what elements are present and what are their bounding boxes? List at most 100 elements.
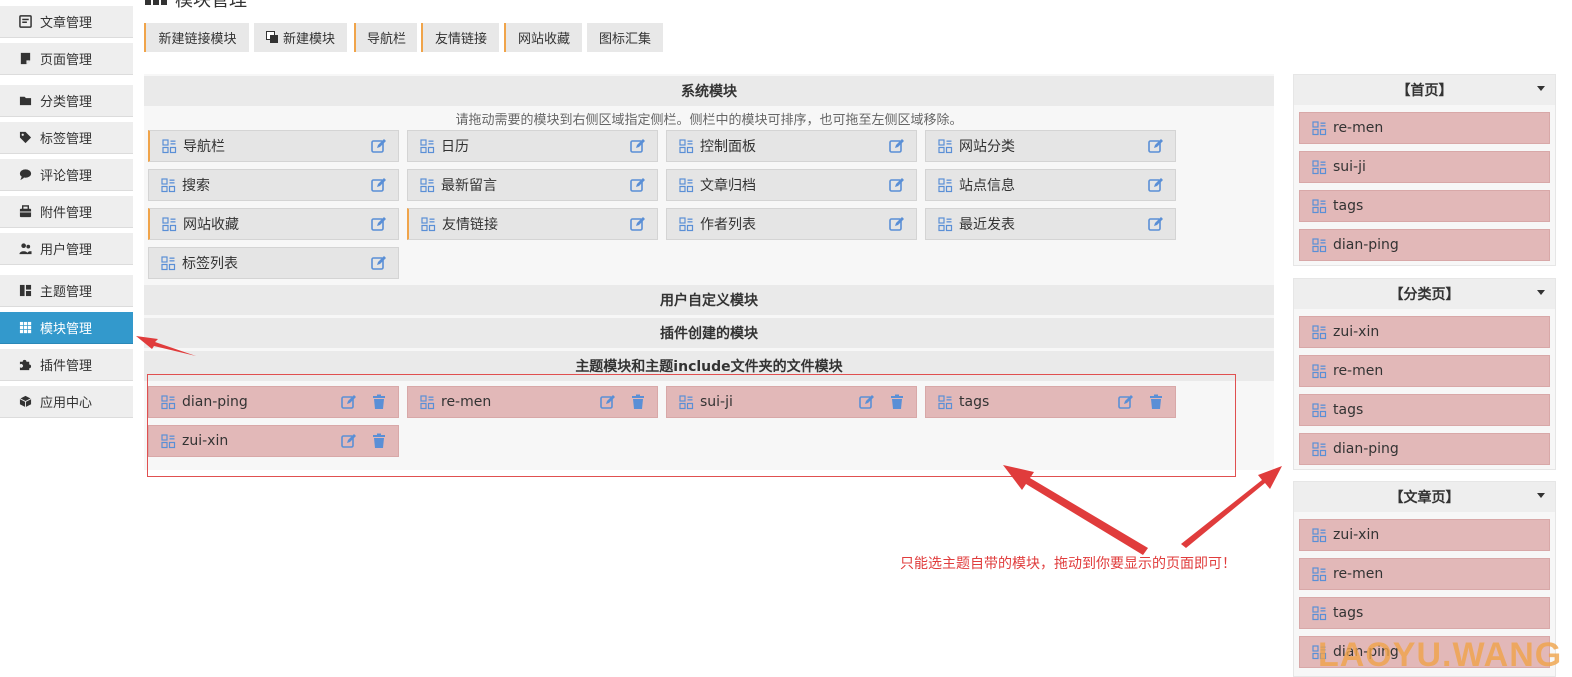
drag-handle-icon bbox=[421, 216, 436, 232]
edit-icon[interactable] bbox=[370, 255, 387, 272]
system-module-item[interactable]: 网站收藏 bbox=[148, 208, 399, 240]
theme-icon bbox=[18, 284, 32, 298]
sidebar-zone-module[interactable]: dian-ping bbox=[1299, 433, 1550, 465]
module-label: 站点信息 bbox=[959, 178, 1015, 194]
friend-links-button[interactable]: 友情链接 bbox=[421, 23, 499, 52]
sidebar-item-label: 标签管理 bbox=[40, 132, 93, 147]
sidebar-item-users[interactable]: 用户管理 bbox=[0, 233, 133, 265]
sidebar-zone-module[interactable]: zui-xin bbox=[1299, 316, 1550, 348]
drag-handle-icon bbox=[938, 394, 953, 410]
sidebar-zone-module[interactable]: dian-ping bbox=[1299, 229, 1550, 261]
theme-module-item[interactable]: zui-xin bbox=[148, 425, 399, 457]
system-module-item[interactable]: 搜索 bbox=[148, 169, 399, 201]
sidebar-zone-header[interactable]: 【首页】 bbox=[1294, 75, 1555, 105]
new-module-button[interactable]: 新建模块 bbox=[254, 23, 347, 52]
system-module-item[interactable]: 日历 bbox=[407, 130, 658, 162]
system-module-item[interactable]: 友情链接 bbox=[407, 208, 658, 240]
sidebar-zone-module[interactable]: sui-ji bbox=[1299, 151, 1550, 183]
theme-module-item[interactable]: re-men bbox=[407, 386, 658, 418]
sidebar-item-label: 文章管理 bbox=[40, 16, 93, 31]
system-module-item[interactable]: 最近发表 bbox=[925, 208, 1176, 240]
sidebar-zone-module[interactable]: tags bbox=[1299, 190, 1550, 222]
edit-icon[interactable] bbox=[888, 177, 905, 194]
system-module-item[interactable]: 作者列表 bbox=[666, 208, 917, 240]
site-favorites-button[interactable]: 网站收藏 bbox=[504, 23, 582, 52]
module-label: zui-xin bbox=[1333, 324, 1380, 340]
sidebar-zone-module[interactable]: tags bbox=[1299, 597, 1550, 629]
caret-down-icon[interactable] bbox=[1537, 493, 1545, 498]
edit-icon[interactable] bbox=[629, 216, 646, 233]
module-label: 作者列表 bbox=[700, 217, 756, 233]
sidebar-item-label: 分类管理 bbox=[40, 95, 93, 110]
sidebar-item-label: 评论管理 bbox=[40, 169, 93, 184]
edit-icon[interactable] bbox=[888, 138, 905, 155]
sidebar-item-app-center[interactable]: 应用中心 bbox=[0, 386, 133, 418]
system-module-item[interactable]: 最新留言 bbox=[407, 169, 658, 201]
trash-icon[interactable] bbox=[370, 433, 387, 450]
user-defined-modules-header: 用户自定义模块 bbox=[144, 285, 1274, 315]
sidebar-item-plugins[interactable]: 插件管理 bbox=[0, 349, 133, 381]
sidebar-item-categories[interactable]: 分类管理 bbox=[0, 85, 133, 117]
sidebar-zone-header[interactable]: 【分类页】 bbox=[1294, 279, 1555, 309]
trash-icon[interactable] bbox=[888, 394, 905, 411]
annotation-text: 只能选主题自带的模块，拖动到你要显示的页面即可！ bbox=[900, 556, 1236, 572]
edit-icon[interactable] bbox=[858, 394, 875, 411]
theme-module-item[interactable]: dian-ping bbox=[148, 386, 399, 418]
system-module-item[interactable]: 文章归档 bbox=[666, 169, 917, 201]
sidebar-zone-module[interactable]: tags bbox=[1299, 394, 1550, 426]
module-label: re-men bbox=[1333, 566, 1384, 582]
sidebar-item-label: 页面管理 bbox=[40, 53, 93, 68]
sidebar-item-attachments[interactable]: 附件管理 bbox=[0, 196, 133, 228]
sidebar-item-pages[interactable]: 页面管理 bbox=[0, 43, 133, 75]
system-module-item[interactable]: 站点信息 bbox=[925, 169, 1176, 201]
system-module-item[interactable]: 标签列表 bbox=[148, 247, 399, 279]
sidebar-zone-module[interactable]: zui-xin bbox=[1299, 519, 1550, 551]
trash-icon[interactable] bbox=[629, 394, 646, 411]
menu-dots-icon bbox=[145, 0, 167, 5]
edit-icon[interactable] bbox=[599, 394, 616, 411]
sidebar-item-tags[interactable]: 标签管理 bbox=[0, 122, 133, 154]
trash-icon[interactable] bbox=[370, 394, 387, 411]
edit-icon[interactable] bbox=[629, 177, 646, 194]
caret-down-icon[interactable] bbox=[1537, 86, 1545, 91]
module-label: sui-ji bbox=[700, 394, 733, 410]
drag-handle-icon bbox=[938, 177, 953, 193]
trash-icon[interactable] bbox=[1147, 394, 1164, 411]
edit-icon[interactable] bbox=[340, 394, 357, 411]
edit-icon[interactable] bbox=[370, 177, 387, 194]
sidebar-item-modules[interactable]: 模块管理 bbox=[0, 312, 133, 344]
sidebar-zone-module[interactable]: re-men bbox=[1299, 558, 1550, 590]
navbar-button[interactable]: 导航栏 bbox=[354, 23, 417, 52]
system-module-item[interactable]: 导航栏 bbox=[148, 130, 399, 162]
sidebar-zone-header[interactable]: 【文章页】 bbox=[1294, 482, 1555, 512]
caret-down-icon[interactable] bbox=[1537, 290, 1545, 295]
system-module-item[interactable]: 网站分类 bbox=[925, 130, 1176, 162]
sidebar-item-articles[interactable]: 文章管理 bbox=[0, 6, 133, 38]
module-label: 最近发表 bbox=[959, 217, 1015, 233]
edit-icon[interactable] bbox=[370, 138, 387, 155]
edit-icon[interactable] bbox=[1117, 394, 1134, 411]
system-module-item[interactable]: 控制面板 bbox=[666, 130, 917, 162]
theme-module-item[interactable]: tags bbox=[925, 386, 1176, 418]
edit-icon[interactable] bbox=[1147, 138, 1164, 155]
module-label: zui-xin bbox=[182, 433, 229, 449]
icon-collection-button[interactable]: 图标汇集 bbox=[587, 23, 663, 52]
edit-icon[interactable] bbox=[888, 216, 905, 233]
sidebar-item-comments[interactable]: 评论管理 bbox=[0, 159, 133, 191]
sidebar-zone[interactable]: 【分类页】 zui-xin re-men tags dian-ping bbox=[1293, 278, 1556, 470]
sidebar-zone-title: 【首页】 bbox=[1396, 83, 1453, 99]
edit-icon[interactable] bbox=[370, 216, 387, 233]
edit-icon[interactable] bbox=[340, 433, 357, 450]
edit-icon[interactable] bbox=[629, 138, 646, 155]
edit-icon[interactable] bbox=[1147, 216, 1164, 233]
new-link-module-button[interactable]: 新建链接模块 bbox=[144, 23, 249, 52]
edit-icon[interactable] bbox=[1147, 177, 1164, 194]
theme-module-item[interactable]: sui-ji bbox=[666, 386, 917, 418]
sidebar-zone-module[interactable]: re-men bbox=[1299, 355, 1550, 387]
drag-handle-icon bbox=[679, 177, 694, 193]
module-label: 网站分类 bbox=[959, 139, 1015, 155]
sidebar-zone-module[interactable]: re-men bbox=[1299, 112, 1550, 144]
sidebar-item-themes[interactable]: 主题管理 bbox=[0, 275, 133, 307]
sidebar-zone[interactable]: 【首页】 re-men sui-ji tags dian-ping bbox=[1293, 74, 1556, 266]
tag-icon bbox=[18, 131, 32, 145]
